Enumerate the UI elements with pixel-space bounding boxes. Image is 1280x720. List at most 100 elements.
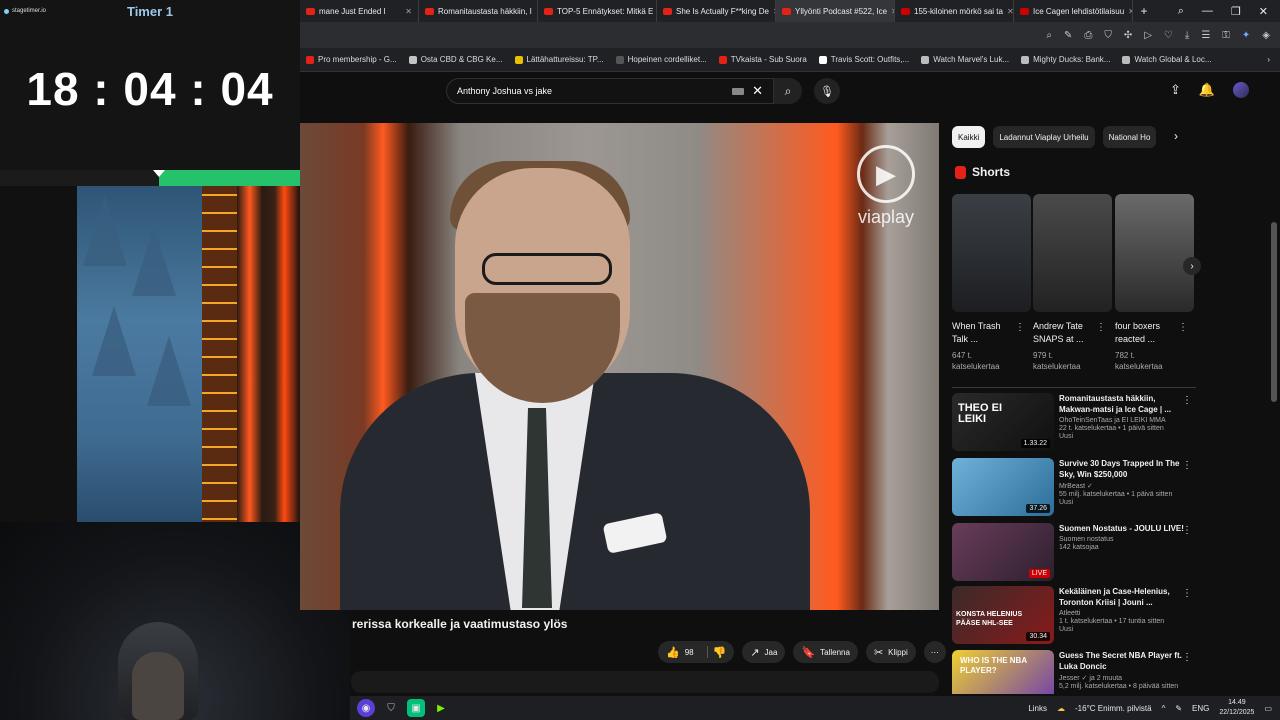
- chip-national[interactable]: National Ho: [1102, 126, 1157, 148]
- browser-tab[interactable]: TOP-5 Ennätykset: Mitkä E✕: [538, 0, 657, 22]
- avatar[interactable]: [1233, 82, 1250, 98]
- search-button[interactable]: ⌕: [774, 78, 802, 104]
- app-icon-shield[interactable]: ⛉: [382, 699, 400, 717]
- short-thumbnail[interactable]: [952, 194, 1031, 312]
- recommended-video[interactable]: WHO IS THE NBA PLAYER? Guess The Secret …: [952, 650, 1194, 694]
- taskbar-clock[interactable]: 14.49 22/12/2025: [1219, 698, 1254, 718]
- browser-tab-active[interactable]: Yllyönti Podcast #522, Ice✕: [776, 0, 895, 22]
- app-icon-discord[interactable]: ◉: [357, 699, 375, 717]
- shield-icon[interactable]: ⛉: [1104, 30, 1112, 41]
- bookmark-item[interactable]: Hopeinen cordelliket...: [615, 55, 707, 64]
- bookmark-item[interactable]: Osta CBD & CBG Ke...: [408, 55, 503, 64]
- clip-button[interactable]: ✂ Klippi: [865, 641, 916, 663]
- video-title[interactable]: Kekäläinen ja Case-Helenius, Toronton Kr…: [1059, 586, 1184, 608]
- channel-name[interactable]: MrBeast ✓: [1059, 482, 1184, 490]
- scrollbar-thumb[interactable]: [1271, 222, 1277, 402]
- notification-icon[interactable]: ▭: [1264, 704, 1272, 713]
- video-thumbnail[interactable]: KONSTA HELENIUS PÄÄSE NHL-SEE 30.34: [952, 586, 1054, 644]
- close-tab-icon[interactable]: ✕: [1007, 7, 1013, 16]
- short-title[interactable]: When Trash Talk ...: [952, 320, 1014, 346]
- minimize-icon[interactable]: —: [1202, 5, 1213, 18]
- bell-icon[interactable]: 🔔: [1199, 82, 1215, 98]
- video-thumbnail[interactable]: 37.26: [952, 458, 1054, 516]
- upload-icon[interactable]: ⇪: [1170, 82, 1181, 98]
- more-vert-icon[interactable]: ⋮: [1096, 322, 1106, 333]
- more-vert-icon[interactable]: ⋮: [1182, 460, 1192, 471]
- menu-icon[interactable]: ☰: [1201, 30, 1210, 41]
- search-tabs-icon[interactable]: ⌕: [1178, 5, 1184, 18]
- restore-icon[interactable]: ❐: [1231, 5, 1241, 18]
- weather-text[interactable]: -16°C Enimm. pilvistä: [1075, 704, 1152, 713]
- bookmark-item[interactable]: TVkaista - Sub Suora: [718, 55, 807, 64]
- short-thumbnail[interactable]: [1115, 194, 1194, 312]
- short-thumbnail[interactable]: [1033, 194, 1112, 312]
- bookmark-item[interactable]: Lättähattureissu: TP...: [514, 55, 604, 64]
- channel-name[interactable]: Suomen nostatus: [1059, 536, 1184, 543]
- recommended-video[interactable]: KONSTA HELENIUS PÄÄSE NHL-SEE 30.34 Kekä…: [952, 586, 1194, 644]
- search-input[interactable]: Anthony Joshua vs jake ✕: [446, 78, 774, 104]
- zoom-icon[interactable]: ⌕: [1046, 30, 1052, 41]
- close-tab-icon[interactable]: ✕: [405, 7, 412, 16]
- weather-icon[interactable]: ☁: [1057, 704, 1065, 713]
- app-icon-kick[interactable]: ▶: [432, 699, 450, 717]
- pen-icon[interactable]: ✎: [1175, 704, 1182, 713]
- description-box[interactable]: [351, 671, 939, 693]
- short-title[interactable]: four boxers reacted ...: [1115, 320, 1177, 346]
- recommended-video[interactable]: 37.26 Survive 30 Days Trapped In The Sky…: [952, 458, 1194, 516]
- channel-name[interactable]: Atleetti: [1059, 610, 1184, 617]
- aria-icon[interactable]: ✦: [1242, 30, 1250, 41]
- more-actions-button[interactable]: ⋯: [923, 641, 946, 663]
- video-title[interactable]: Guess The Secret NBA Player ft. Luka Don…: [1059, 650, 1184, 672]
- browser-tab[interactable]: Ice Cagen lehdistötilaisuu✕: [1014, 0, 1133, 22]
- chip-all[interactable]: Kaikki: [952, 126, 986, 148]
- recommended-video[interactable]: LIVE Suomen Nostatus - JOULU LIVE! Suome…: [952, 523, 1194, 581]
- bookmark-item[interactable]: Travis Scott: Outfits,...: [818, 55, 909, 64]
- save-button[interactable]: 🔖 Tallenna: [793, 641, 858, 663]
- app-icon-green[interactable]: ▣: [407, 699, 425, 717]
- bookmark-item[interactable]: Mighty Ducks: Bank...: [1021, 55, 1110, 64]
- shorts-next-button[interactable]: ›: [1183, 257, 1201, 275]
- browser-tab[interactable]: mane Just Ended I ✕: [300, 0, 419, 22]
- more-vert-icon[interactable]: ⋮: [1182, 395, 1192, 406]
- screenshot-icon[interactable]: ⎙: [1084, 30, 1092, 41]
- extensions-icon[interactable]: ✣: [1124, 30, 1132, 41]
- short-card[interactable]: Andrew Tate SNAPS at ... 979 t. katseluk…: [1033, 194, 1112, 372]
- more-vert-icon[interactable]: ⋮: [1182, 525, 1192, 536]
- bookmarks-overflow-icon[interactable]: ›: [1267, 55, 1280, 64]
- channel-name[interactable]: OhoTeinSenTaas ja EI LEIKI MMA: [1059, 417, 1184, 424]
- video-title[interactable]: Suomen Nostatus - JOULU LIVE!: [1059, 523, 1184, 534]
- browser-tab[interactable]: She Is Actually F**king De✕: [657, 0, 776, 22]
- channel-name[interactable]: Jesser ✓ ja 2 muuta: [1059, 674, 1184, 682]
- browser-tab[interactable]: 155-kiloinen mörkö sai ta ✕: [895, 0, 1014, 22]
- heart-icon[interactable]: ♡: [1164, 30, 1173, 41]
- more-vert-icon[interactable]: ⋮: [1182, 588, 1192, 599]
- keyboard-icon[interactable]: [732, 87, 745, 95]
- chevron-up-icon[interactable]: ^: [1162, 704, 1166, 713]
- bookmark-item[interactable]: Watch Marvel's Luk...: [921, 55, 1009, 64]
- lock-icon[interactable]: ⚿: [1222, 30, 1230, 41]
- video-thumbnail[interactable]: THEO EI LEIKI 1.33.22: [952, 393, 1054, 451]
- close-window-icon[interactable]: ✕: [1259, 5, 1268, 18]
- like-button[interactable]: 👍 98 👎: [658, 641, 735, 663]
- scrollbar[interactable]: [1268, 112, 1280, 696]
- links-toolbar[interactable]: Links: [1028, 704, 1047, 713]
- browser-tab[interactable]: Romanitaustasta häkkiin, I✕: [419, 0, 538, 22]
- more-vert-icon[interactable]: ⋮: [1182, 652, 1192, 663]
- video-thumbnail[interactable]: LIVE: [952, 523, 1054, 581]
- more-vert-icon[interactable]: ⋮: [1178, 322, 1188, 333]
- recommended-video[interactable]: THEO EI LEIKI 1.33.22 Romanitaustasta hä…: [952, 393, 1194, 451]
- video-title[interactable]: Survive 30 Days Trapped In The Sky, Win …: [1059, 458, 1184, 480]
- short-card[interactable]: When Trash Talk ... 647 t. katselukertaa…: [952, 194, 1031, 372]
- video-title[interactable]: Romanitaustasta häkkiin, Makwan-matsi ja…: [1059, 393, 1184, 415]
- wallet-icon[interactable]: ◈: [1262, 30, 1270, 41]
- video-thumbnail[interactable]: WHO IS THE NBA PLAYER?: [952, 650, 1054, 694]
- bookmark-item[interactable]: Pro membership - G...: [306, 55, 397, 64]
- clear-search-icon[interactable]: ✕: [752, 83, 763, 99]
- bookmark-item[interactable]: Watch Global & Loc...: [1122, 55, 1212, 64]
- new-tab-button[interactable]: +: [1133, 4, 1155, 18]
- short-title[interactable]: Andrew Tate SNAPS at ...: [1033, 320, 1095, 346]
- video-player[interactable]: ▶ viaplay: [300, 123, 939, 610]
- chevron-right-icon[interactable]: ›: [1174, 129, 1178, 143]
- voice-search-button[interactable]: 🎙: [814, 78, 840, 104]
- language-indicator[interactable]: ENG: [1192, 704, 1209, 713]
